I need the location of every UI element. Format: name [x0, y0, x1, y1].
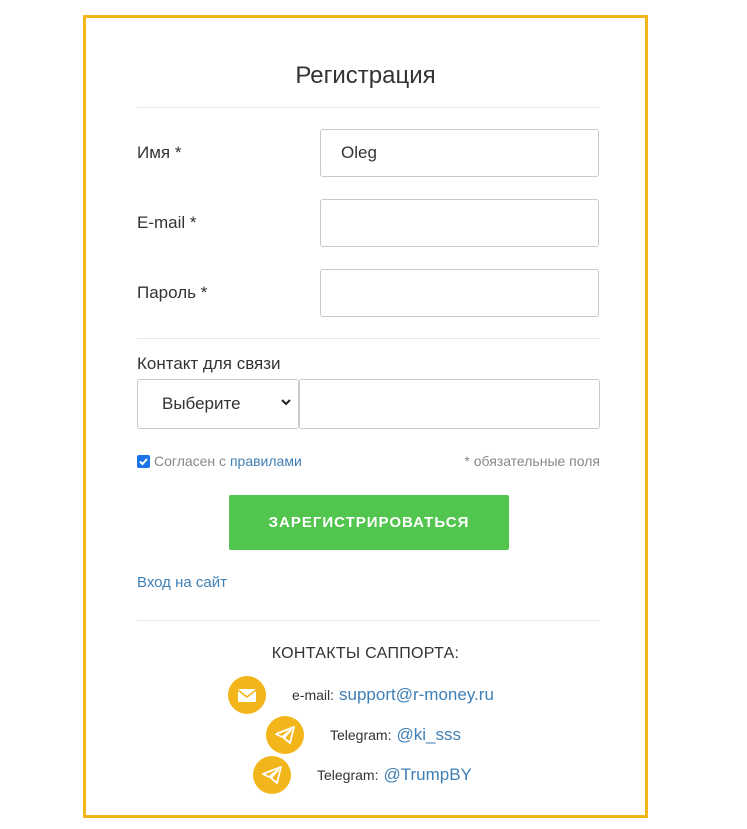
password-input[interactable] [320, 269, 599, 317]
contact-type-select[interactable]: Выберите [137, 379, 299, 429]
contact-label: Контакт для связи [137, 354, 281, 373]
support-telegram-row-1: Telegram: @ki_sss [266, 716, 461, 754]
name-input[interactable] [320, 129, 599, 177]
telegram-icon [253, 756, 291, 794]
email-input[interactable] [320, 199, 599, 247]
check-icon [139, 457, 148, 465]
support-telegram-link-1[interactable]: @ki_sss [396, 725, 461, 745]
chevron-down-icon [281, 399, 291, 406]
support-telegram-label-1: Telegram: [330, 727, 392, 743]
support-telegram-link-2[interactable]: @TrumpBY [383, 765, 471, 785]
fields-divider [137, 338, 600, 339]
telegram-icon [266, 716, 304, 754]
contact-type-value: Выберите [162, 394, 241, 413]
page-title: Регистрация [295, 62, 436, 89]
support-telegram-label-2: Telegram: [317, 767, 379, 783]
login-link[interactable]: Вход на сайт [137, 574, 227, 591]
email-label: E-mail * [137, 213, 197, 232]
agree-checkbox[interactable] [137, 454, 150, 468]
envelope-icon [228, 676, 266, 714]
register-button[interactable]: ЗАРЕГИСТРИРОВАТЬСЯ [229, 495, 509, 550]
rules-link[interactable]: правилами [230, 453, 302, 469]
support-email-label: e-mail: [292, 687, 335, 703]
support-email-row: e-mail: support@r-money.ru [228, 676, 494, 714]
support-email-link[interactable]: support@r-money.ru [339, 685, 494, 705]
contact-input[interactable] [299, 379, 600, 429]
required-note: * обязательные поля [464, 453, 600, 469]
support-divider [137, 620, 600, 621]
title-divider [137, 107, 600, 108]
registration-card: Регистрация Имя * E-mail * Пароль * Конт… [83, 15, 648, 818]
agree-row: Согласен с правилами [137, 453, 302, 469]
support-telegram-row-2: Telegram: @TrumpBY [253, 756, 472, 794]
name-label: Имя * [137, 143, 182, 162]
agree-text: Согласен с [154, 453, 227, 469]
password-label: Пароль * [137, 283, 208, 302]
support-title: КОНТАКТЫ САППОРТА: [271, 645, 460, 662]
